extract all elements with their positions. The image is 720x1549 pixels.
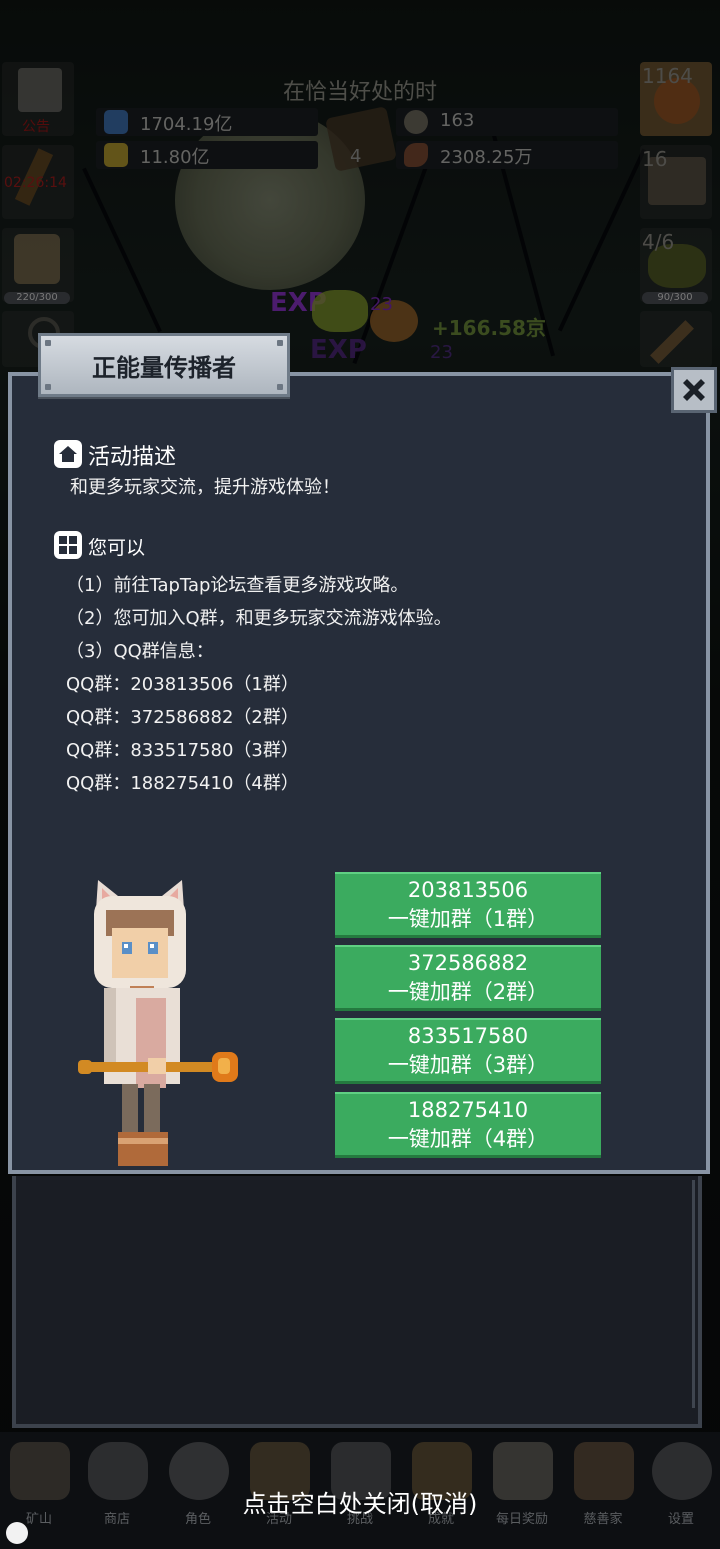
info-line: QQ群：833517580（3群） (66, 740, 299, 761)
home-icon (54, 440, 82, 468)
info-line: QQ群：188275410（4群） (66, 773, 299, 794)
info-line: QQ群：372586882（2群） (66, 707, 299, 728)
floating-home-button[interactable] (6, 1522, 28, 1544)
section-title-options: 您可以 (88, 537, 146, 559)
dialog-title: 正能量传播者 (92, 353, 236, 382)
join-group-1-button[interactable]: 203813506 一键加群（1群） (335, 872, 601, 938)
close-button[interactable] (671, 367, 717, 413)
character-sprite (78, 880, 238, 1166)
join-group-3-button[interactable]: 833517580 一键加群（3群） (335, 1018, 601, 1084)
join-group-2-button[interactable]: 372586882 一键加群（2群） (335, 945, 601, 1011)
group-number: 833517580 (407, 1023, 529, 1048)
group-number: 203813506 (407, 877, 529, 902)
join-label: 一键加群（2群） (387, 979, 549, 1004)
join-label: 一键加群（4群） (387, 1126, 549, 1151)
group-number: 188275410 (407, 1097, 529, 1122)
info-line: （1）前往TapTap论坛查看更多游戏攻略。 (66, 575, 409, 596)
section-description-text: 和更多玩家交流，提升游戏体验！ (70, 477, 340, 498)
join-label: 一键加群（1群） (387, 906, 549, 931)
info-line: （3）QQ群信息： (66, 641, 214, 662)
dialog-lower-panel (12, 1176, 702, 1428)
scrollbar[interactable] (692, 1180, 695, 1408)
info-line: （2）您可加入Q群，和更多玩家交流游戏体验。 (66, 608, 452, 629)
join-group-4-button[interactable]: 188275410 一键加群（4群） (335, 1092, 601, 1158)
group-number: 372586882 (407, 950, 529, 975)
dialog-title-plate: 正能量传播者 (38, 333, 290, 397)
section-title-description: 活动描述 (88, 445, 177, 470)
join-label: 一键加群（3群） (387, 1052, 549, 1077)
grid-icon (54, 531, 82, 559)
close-icon (683, 379, 705, 401)
close-hint-text: 点击空白处关闭(取消) (242, 1490, 478, 1518)
info-line: QQ群：203813506（1群） (66, 674, 299, 695)
